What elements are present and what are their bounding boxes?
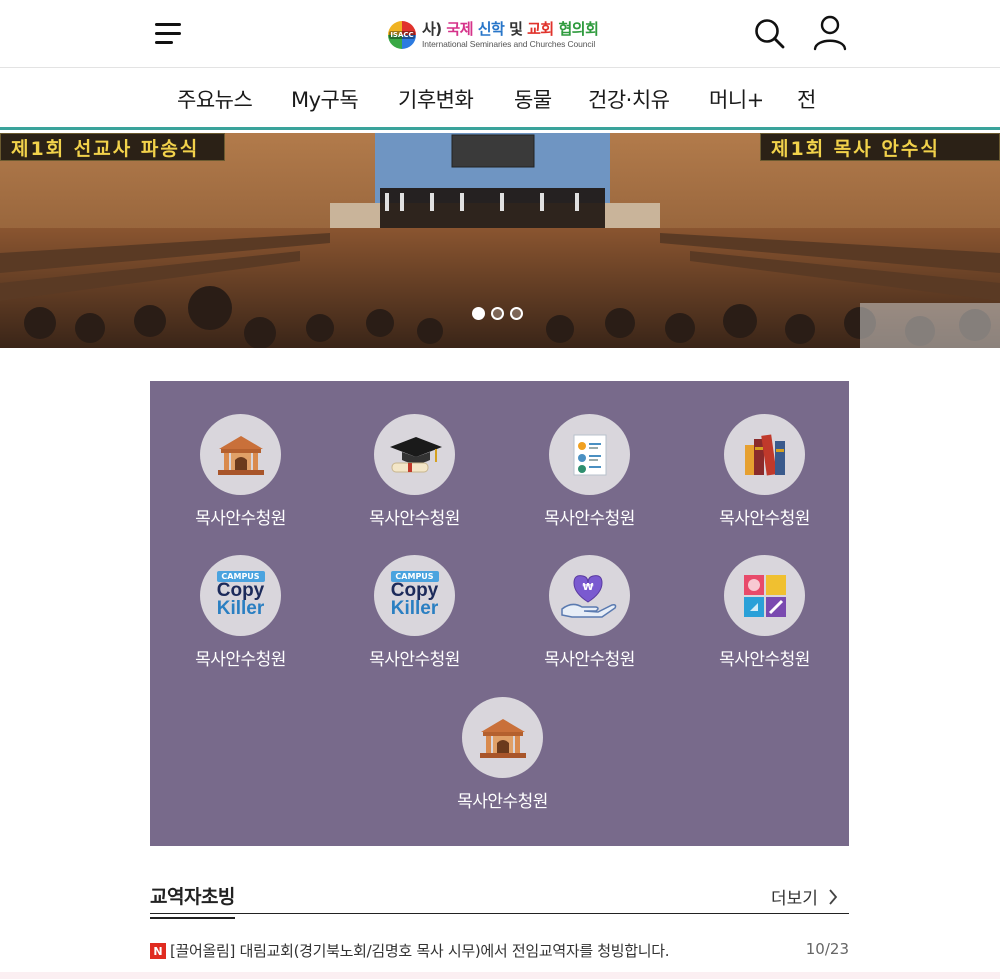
hero-banner[interactable]: 제1회 선교사 파송식 제1회 목사 안수식 (0, 133, 1000, 348)
logo-subtitle: International Seminaries and Churches Co… (422, 38, 596, 49)
search-icon[interactable] (752, 16, 788, 52)
news-title[interactable]: [끌어올림] 대림교회(경기북노회/김명호 목사 시무)에서 전임교역자를 청빙… (170, 940, 670, 961)
service-label: 목사안수청원 (195, 509, 286, 529)
more-label: 더보기 (771, 889, 818, 909)
tab-more[interactable]: 전 (797, 84, 815, 114)
service-label: 목사안수청원 (369, 509, 460, 529)
service-label: 목사안수청원 (544, 650, 635, 670)
service-label: 목사안수청원 (457, 792, 548, 812)
tab-animals[interactable]: 동물 (514, 84, 552, 114)
tab-climate-change[interactable]: 기후변화 (398, 84, 474, 114)
carousel-dot-2[interactable] (491, 307, 504, 320)
colorful-grid-icon (724, 555, 805, 636)
service-label: 목사안수청원 (544, 509, 635, 529)
banner-sign-right: 제1회 목사 안수식 (760, 133, 1000, 161)
books-icon (724, 414, 805, 495)
building-icon (200, 414, 281, 495)
tab-health[interactable]: 건강·치유 (588, 84, 670, 114)
copy-killer-icon: CAMPUS Copy Killer (200, 555, 281, 636)
new-badge: N (150, 943, 166, 959)
service-item[interactable]: CAMPUS Copy Killer 목사안수청원 (153, 555, 328, 680)
site-header: ISACC 사) 국제 신학 및 교회 협의회 International Se… (0, 0, 1000, 68)
copy-killer-icon: CAMPUS Copy Killer (374, 555, 455, 636)
section-divider (150, 913, 849, 914)
chevron-right-icon (829, 888, 838, 905)
service-item[interactable]: 목사안수청원 (677, 555, 852, 680)
donation-hand-icon: ₩ (549, 555, 630, 636)
carousel-dots (472, 307, 523, 320)
service-label: 목사안수청원 (719, 509, 810, 529)
service-item[interactable]: CAMPUS Copy Killer 목사안수청원 (327, 555, 502, 680)
graduation-cap-icon (374, 414, 455, 495)
bottom-strip (0, 972, 1000, 979)
service-item[interactable]: 목사안수청원 (153, 414, 328, 539)
menu-icon[interactable] (152, 20, 184, 48)
logo-title: 사) 국제 신학 및 교회 협의회 (422, 19, 599, 38)
list-item[interactable]: N [끌어올림] 대림교회(경기북노회/김명호 목사 시무)에서 전임교역자를 … (150, 939, 849, 963)
service-item[interactable]: 목사안수청원 (415, 697, 590, 822)
service-item[interactable]: 목사안수청원 (327, 414, 502, 539)
document-chart-icon (549, 414, 630, 495)
tab-my-subscription[interactable]: My구독 (291, 84, 359, 114)
services-panel: 목사안수청원 목사안수청원 목사안수청원 목사안수청원 CAMPUS Copy … (150, 381, 849, 846)
service-item[interactable]: 목사안수청원 (502, 414, 677, 539)
service-label: 목사안수청원 (195, 650, 286, 670)
tab-main-news[interactable]: 주요뉴스 (177, 84, 253, 114)
svg-text:₩: ₩ (582, 582, 593, 593)
banner-sign-left: 제1회 선교사 파송식 (0, 133, 225, 161)
service-item[interactable]: ₩ 목사안수청원 (502, 555, 677, 680)
tab-money[interactable]: 머니+ (709, 84, 764, 114)
service-item[interactable]: 목사안수청원 (677, 414, 852, 539)
more-link[interactable]: 더보기 (771, 884, 838, 909)
site-logo[interactable]: ISACC 사) 국제 신학 및 교회 협의회 International Se… (388, 18, 599, 52)
carousel-dot-3[interactable] (510, 307, 523, 320)
category-nav: 주요뉴스 My구독 기후변화 동물 건강·치유 머니+ 전 (0, 68, 1000, 130)
user-icon[interactable] (812, 14, 848, 52)
service-label: 목사안수청원 (369, 650, 460, 670)
news-date: 10/23 (805, 940, 849, 958)
building-icon (462, 697, 543, 778)
logo-emblem: ISACC (388, 21, 416, 49)
carousel-dot-1[interactable] (472, 307, 485, 320)
service-label: 목사안수청원 (719, 650, 810, 670)
